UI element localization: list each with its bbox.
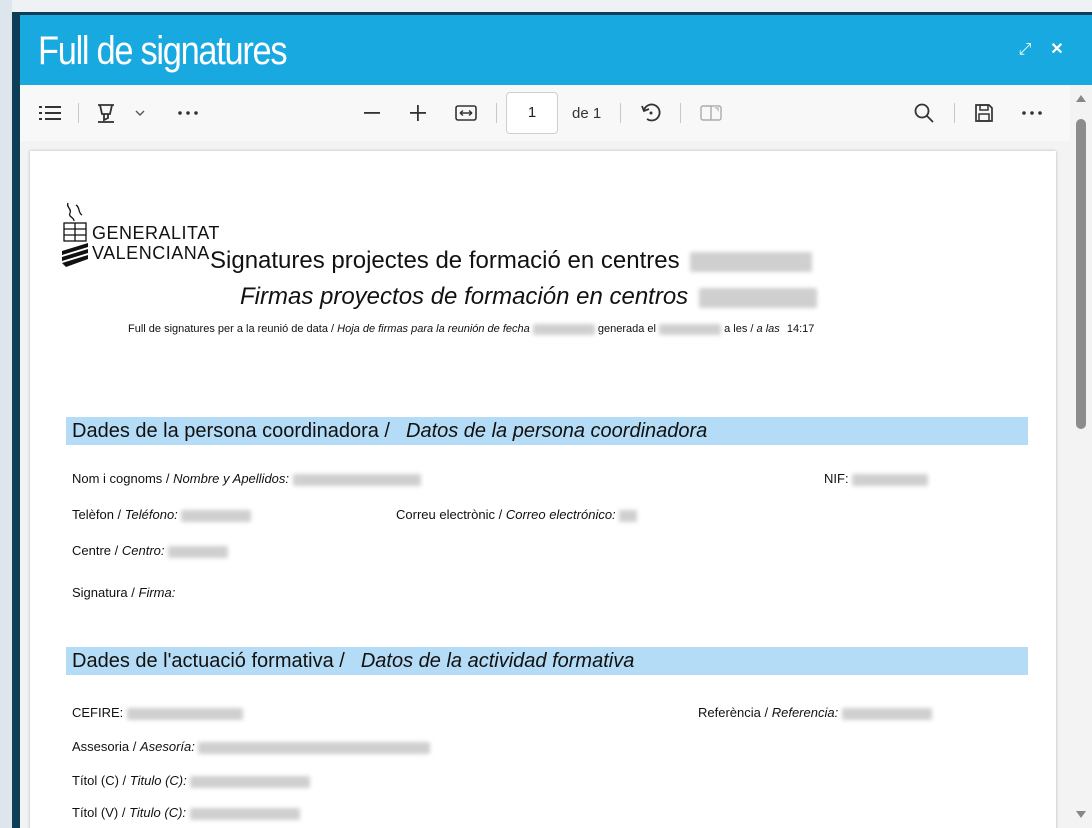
section-coordinator-header: Dades de la persona coordinadora / Datos … <box>66 417 1028 445</box>
list-icon[interactable] <box>38 101 62 125</box>
more-icon[interactable] <box>1020 101 1044 125</box>
field-signature: Signatura / Firma: <box>72 585 175 600</box>
field-label-es: Teléfono: <box>124 507 178 522</box>
meta-at-es: a las <box>756 323 780 335</box>
redacted-value <box>532 323 595 335</box>
page-number-input[interactable]: 1 <box>506 92 558 134</box>
more-icon[interactable] <box>176 101 200 125</box>
section-title-es: Datos de la actividad formativa <box>360 650 635 672</box>
section-title-es: Datos de la persona coordinadora <box>406 420 708 442</box>
field-advisory: Assesoria / Asesoría: <box>72 739 431 754</box>
field-label-es: Titulo (C): <box>129 805 187 820</box>
field-title-c: Títol (C) / Titulo (C): <box>72 773 311 788</box>
redacted-value <box>690 251 813 272</box>
redacted-value <box>198 741 431 754</box>
meta-prefix-es: Hoja de firmas para la reunión de fecha <box>337 323 530 335</box>
pdf-page: GENERALITAT VALENCIANA Signatures projec… <box>30 151 1056 828</box>
field-label-es: Centro: <box>121 543 165 558</box>
logo-line-1: GENERALITAT <box>92 223 220 243</box>
redacted-value <box>189 807 300 820</box>
section-title-va: Dades de l'actuació formativa / <box>72 650 345 672</box>
redacted-value <box>852 473 929 486</box>
save-icon[interactable] <box>972 101 996 125</box>
vertical-scrollbar[interactable] <box>1070 85 1092 828</box>
search-icon[interactable] <box>912 101 936 125</box>
field-phone: Telèfon / Teléfono: <box>72 507 252 522</box>
field-label: NIF: <box>824 471 849 486</box>
meta-prefix: Full de signatures per a la reunió de da… <box>128 323 335 335</box>
redacted-value <box>168 545 229 558</box>
field-name: Nom i cognoms / Nombre y Apellidos: <box>72 471 421 486</box>
field-label: Correu electrònic / <box>396 507 503 522</box>
field-reference: Referència / Referencia: <box>698 705 932 720</box>
field-title-v: Títol (V) / Titulo (C): <box>72 805 300 820</box>
highlight-icon[interactable] <box>94 101 118 125</box>
meta-time: 14:17 <box>786 323 815 335</box>
document-title-es: Firmas proyectos de formación en centros <box>240 283 817 311</box>
rotate-icon[interactable] <box>638 101 664 125</box>
dialog-title: Full de signatures <box>38 29 288 73</box>
redacted-value <box>190 775 311 788</box>
close-icon[interactable]: ✕ <box>1048 41 1066 59</box>
field-label: Títol (V) / <box>72 805 126 820</box>
field-centre: Centre / Centro: <box>72 543 229 558</box>
toolbar-separator <box>680 103 681 123</box>
field-label: Títol (C) / <box>72 773 127 788</box>
field-label: Centre / <box>72 543 119 558</box>
logo-line-2: VALENCIANA <box>92 243 210 263</box>
redacted-value <box>619 509 638 522</box>
field-nif: NIF: <box>824 471 929 486</box>
zoom-out-icon[interactable] <box>360 101 384 125</box>
field-label-es: Firma: <box>138 585 176 600</box>
redacted-value <box>659 323 722 335</box>
field-label-es: Nombre y Apellidos: <box>173 471 290 486</box>
document-meta: Full de signatures per a la reunió de da… <box>128 323 814 335</box>
backdrop-left <box>0 0 12 828</box>
toolbar-separator <box>78 103 79 123</box>
field-label-es: Referencia: <box>771 705 839 720</box>
field-label: Signatura / <box>72 585 135 600</box>
pdf-viewer: 1 de 1 GENERALITAT VALENCIANA Signatures… <box>20 85 1092 828</box>
page-count: de 1 <box>572 105 602 122</box>
redacted-value <box>292 473 421 486</box>
scroll-down-arrow-icon[interactable] <box>1076 811 1086 818</box>
dialog-titlebar: Full de signatures ⤢ ✕ <box>20 15 1092 85</box>
toolbar-separator <box>954 103 955 123</box>
redacted-value <box>181 509 252 522</box>
section-activity-header: Dades de l'actuació formativa / Datos de … <box>66 647 1028 675</box>
field-label: Telèfon / <box>72 507 122 522</box>
pdf-toolbar: 1 de 1 <box>20 85 1070 141</box>
document-title-va: Signatures projectes de formació en cent… <box>210 247 813 275</box>
field-cefire: CEFIRE: <box>72 705 243 720</box>
title-va-text: Signatures projectes de formació en cent… <box>210 247 680 274</box>
field-label: Referència / <box>698 705 769 720</box>
zoom-in-icon[interactable] <box>406 101 430 125</box>
field-email: Correu electrònic / Correo electrónico: <box>396 507 638 522</box>
field-label-es: Asesoría: <box>139 739 195 754</box>
redacted-value <box>841 707 932 720</box>
redacted-value <box>126 707 243 720</box>
field-label: CEFIRE: <box>72 705 124 720</box>
logo-text: GENERALITAT VALENCIANA <box>92 223 220 263</box>
section-title-va: Dades de la persona coordinadora / <box>72 420 390 442</box>
field-label-es: Correo electrónico: <box>505 507 616 522</box>
generalitat-logo-icon <box>60 201 90 276</box>
toolbar-separator <box>620 103 621 123</box>
backdrop-top <box>0 0 1092 12</box>
two-page-icon[interactable] <box>698 101 724 125</box>
expand-icon[interactable]: ⤢ <box>1016 41 1034 59</box>
field-label: Nom i cognoms / <box>72 471 170 486</box>
scrollbar-thumb[interactable] <box>1076 119 1086 429</box>
meta-at: a les / <box>724 323 754 335</box>
title-es-text: Firmas proyectos de formación en centros <box>240 283 689 310</box>
field-label-es: Titulo (C): <box>129 773 187 788</box>
chevron-down-icon[interactable] <box>132 101 148 125</box>
redacted-value <box>698 287 817 308</box>
field-label: Assesoria / <box>72 739 137 754</box>
meta-generated: generada el <box>597 323 656 335</box>
toolbar-separator <box>496 103 497 123</box>
scroll-up-arrow-icon[interactable] <box>1076 95 1086 102</box>
fit-width-icon[interactable] <box>454 101 478 125</box>
signatures-dialog: Full de signatures ⤢ ✕ 1 de 1 GENERALITA… <box>12 12 1092 828</box>
